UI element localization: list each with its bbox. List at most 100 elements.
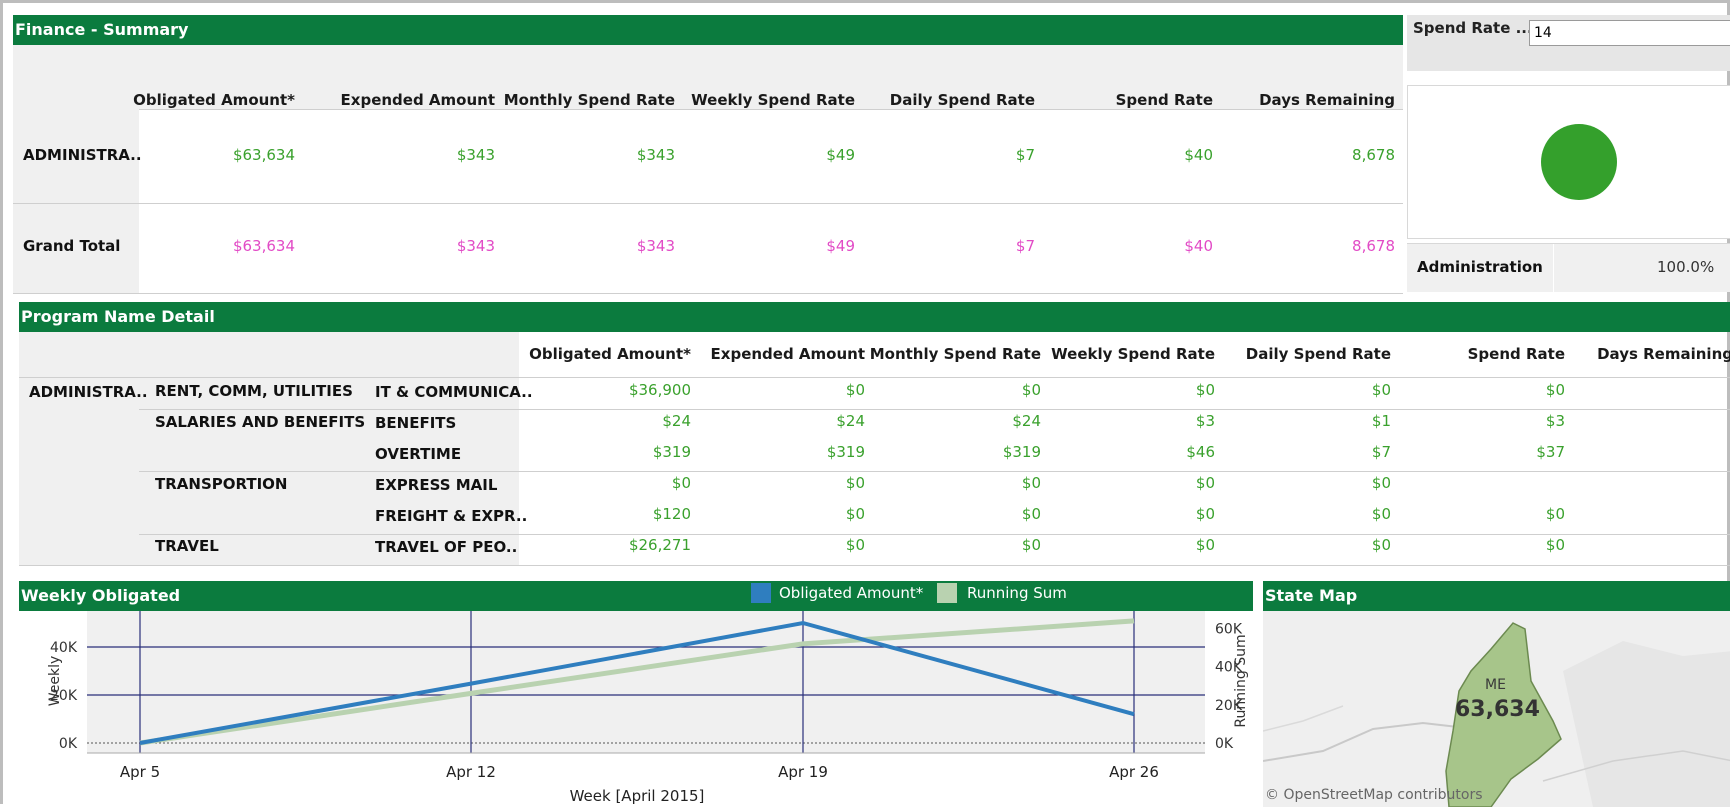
detail-cell[interactable]: $319 — [511, 443, 691, 461]
summary-col-header: Expended Amount — [340, 91, 495, 109]
detail-cell[interactable]: $1 — [1211, 412, 1391, 430]
detail-item: BENEFITS — [375, 414, 457, 432]
summary-col-header: Monthly Spend Rate — [503, 91, 675, 109]
state-map[interactable]: ME 63,634 © OpenStreetMap contributors — [1263, 611, 1730, 807]
summary-cell[interactable]: $63,634 — [115, 146, 295, 164]
detail-cell[interactable]: $37 — [1385, 443, 1565, 461]
spend-rate-filter: Spend Rate ... — [1407, 15, 1730, 71]
detail-cell[interactable]: $24 — [511, 412, 691, 430]
summary-cell[interactable]: $7 — [855, 146, 1035, 164]
summary-cell[interactable]: $343 — [315, 237, 495, 255]
detail-cell[interactable]: $3 — [1035, 412, 1215, 430]
detail-cell[interactable]: $3 — [1385, 412, 1565, 430]
detail-cell[interactable]: $0 — [861, 381, 1041, 399]
detail-cell[interactable]: $0 — [685, 474, 865, 492]
detail-item: FREIGHT & EXPR.. — [375, 507, 528, 525]
detail-cell[interactable]: $0 — [861, 536, 1041, 554]
detail-header: Program Name Detail — [19, 302, 1730, 332]
summary-col-header: Daily Spend Rate — [889, 91, 1035, 109]
detail-cell[interactable]: $24 — [685, 412, 865, 430]
x-axis-label: Week [April 2015] — [570, 787, 705, 805]
detail-group: TRAVEL — [155, 537, 219, 555]
detail-cell[interactable]: $0 — [1211, 505, 1391, 523]
detail-cell[interactable]: $319 — [861, 443, 1041, 461]
detail-col-header: Monthly Spend Rate — [869, 345, 1041, 363]
detail-item: OVERTIME — [375, 445, 462, 463]
detail-cell[interactable]: $0 — [1211, 474, 1391, 492]
detail-group: TRANSPORTION — [155, 475, 288, 493]
detail-row-divider — [19, 377, 1730, 378]
detail-cell[interactable]: $7 — [1211, 443, 1391, 461]
summary-row-label: Grand Total — [23, 237, 121, 255]
detail-cell[interactable]: $0 — [861, 505, 1041, 523]
detail-col-header: Expended Amount — [710, 345, 865, 363]
detail-col-header: Days Remaining — [1597, 345, 1730, 363]
detail-title: Program Name Detail — [21, 307, 215, 326]
summary-row-header-band — [13, 109, 139, 293]
dashboard-frame: Finance - Summary Obligated Amount* Expen… — [0, 0, 1730, 807]
detail-cell[interactable]: $24 — [861, 412, 1041, 430]
detail-cell[interactable]: $0 — [685, 505, 865, 523]
y2-axis-label: Running Sum — [1233, 634, 1249, 727]
detail-cell[interactable]: $0 — [1211, 536, 1391, 554]
detail-cell[interactable]: $0 — [1385, 505, 1565, 523]
summary-cell[interactable]: 8,678 — [1215, 146, 1395, 164]
map-title: State Map — [1265, 586, 1358, 605]
x-tick-label: Apr 12 — [446, 763, 496, 781]
detail-cell[interactable]: $46 — [1035, 443, 1215, 461]
map-attribution: © OpenStreetMap contributors — [1265, 787, 1483, 803]
detail-item: IT & COMMUNICA.. — [375, 383, 533, 401]
detail-cell[interactable]: $120 — [511, 505, 691, 523]
pie-legend-row: Administration 100.0% — [1407, 243, 1730, 292]
detail-cell[interactable]: $26,271 — [511, 536, 691, 554]
detail-cell[interactable]: $0 — [1035, 536, 1215, 554]
summary-col-header: Spend Rate — [1115, 91, 1213, 109]
summary-cell[interactable]: $343 — [495, 237, 675, 255]
detail-cell[interactable]: $0 — [1035, 474, 1215, 492]
y-tick-label: 40K — [50, 640, 78, 656]
detail-cell[interactable]: $0 — [1385, 536, 1565, 554]
x-tick-label: Apr 19 — [778, 763, 828, 781]
summary-cell[interactable]: $49 — [675, 146, 855, 164]
summary-col-header: Weekly Spend Rate — [691, 91, 855, 109]
summary-cell[interactable]: $7 — [855, 237, 1035, 255]
spend-rate-input[interactable] — [1529, 20, 1730, 46]
detail-cell[interactable]: $0 — [511, 474, 691, 492]
pie-panel — [1407, 85, 1730, 239]
map-state-value: 63,634 — [1455, 697, 1540, 722]
detail-group: SALARIES AND BENEFITS — [155, 413, 366, 431]
y2-tick-label: 0K — [1215, 736, 1234, 752]
detail-col-header: Daily Spend Rate — [1245, 345, 1391, 363]
summary-cell[interactable]: $40 — [1033, 237, 1213, 255]
detail-cell[interactable]: $0 — [1385, 381, 1565, 399]
summary-cell[interactable]: $40 — [1033, 146, 1213, 164]
map-state-label: ME — [1485, 677, 1506, 693]
y-tick-label: 0K — [59, 736, 78, 752]
pie-slice-administration[interactable] — [1541, 124, 1617, 200]
summary-cell[interactable]: $49 — [675, 237, 855, 255]
detail-cell[interactable]: $0 — [685, 536, 865, 554]
summary-cell[interactable]: $343 — [315, 146, 495, 164]
summary-col-header: Obligated Amount* — [133, 91, 295, 109]
x-tick-label: Apr 26 — [1109, 763, 1159, 781]
x-tick-label: Apr 5 — [120, 763, 160, 781]
weekly-header: Weekly Obligated — [19, 581, 1253, 611]
detail-col-header: Obligated Amount* — [529, 345, 691, 363]
detail-cell[interactable]: $0 — [861, 474, 1041, 492]
summary-cell[interactable]: $343 — [495, 146, 675, 164]
weekly-title: Weekly Obligated — [21, 586, 181, 605]
summary-col-header: Days Remaining — [1259, 91, 1395, 109]
detail-cell[interactable]: $0 — [1035, 505, 1215, 523]
detail-cell[interactable]: $0 — [1035, 381, 1215, 399]
detail-row-divider — [19, 565, 1730, 566]
summary-cell[interactable]: 8,678 — [1215, 237, 1395, 255]
summary-cell[interactable]: $63,634 — [115, 237, 295, 255]
detail-cell[interactable]: $0 — [1211, 381, 1391, 399]
detail-cell[interactable]: $0 — [685, 381, 865, 399]
detail-cell[interactable]: $319 — [685, 443, 865, 461]
legend-label-obligated: Obligated Amount* — [779, 584, 924, 602]
pie-percent: 100.0% — [1657, 258, 1715, 276]
detail-cell[interactable]: $36,900 — [511, 381, 691, 399]
detail-row-divider — [139, 471, 1730, 472]
legend-swatch-running — [937, 583, 957, 603]
